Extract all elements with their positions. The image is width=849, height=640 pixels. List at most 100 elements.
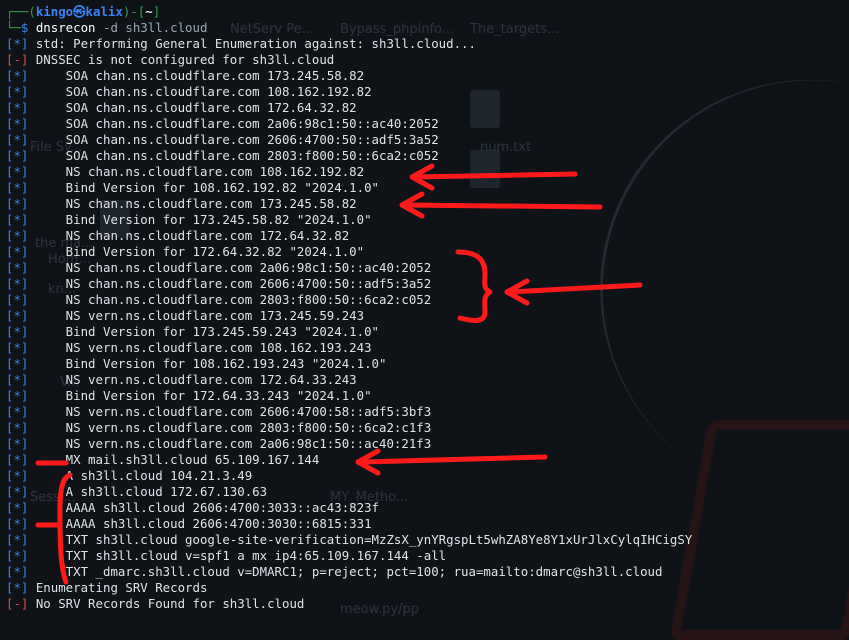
output-line: [*] NS chan.ns.cloudflare.com 2606:4700:… (6, 276, 431, 292)
output-line: [-] No SRV Records Found for sh3ll.cloud (6, 596, 304, 612)
output-text: Bind Version for 108.162.192.82 "2024.1.… (35, 180, 379, 195)
info-marker: [*] (6, 260, 36, 275)
info-marker: [*] (6, 84, 36, 99)
output-text: NS vern.ns.cloudflare.com 2606:4700:58::… (35, 404, 432, 419)
output-text: Bind Version for 108.162.193.243 "2024.1… (35, 356, 387, 371)
output-line: [*] Bind Version for 108.162.192.82 "202… (6, 180, 379, 196)
output-text: TXT sh3ll.cloud v=spf1 a mx ip4:65.109.1… (35, 548, 447, 563)
output-text: AAAA sh3ll.cloud 2606:4700:3033::ac43:82… (35, 500, 379, 515)
info-marker: [*] (6, 548, 36, 563)
output-line: [*] NS chan.ns.cloudflare.com 2803:f800:… (6, 292, 431, 308)
output-text: NS vern.ns.cloudflare.com 2a06:98c1:50::… (35, 436, 432, 451)
output-line: [*] A sh3ll.cloud 172.67.130.63 (6, 484, 267, 500)
output-line: [*] SOA chan.ns.cloudflare.com 108.162.1… (6, 84, 372, 100)
output-text: SOA chan.ns.cloudflare.com 2606:4700:50:… (35, 132, 439, 147)
output-text: Bind Version for 172.64.33.243 "2024.1.0… (35, 388, 372, 403)
output-line: [*] NS vern.ns.cloudflare.com 2803:f800:… (6, 420, 431, 436)
info-marker: [*] (6, 292, 36, 307)
output-text: Bind Version for 172.64.32.82 "2024.1.0" (35, 244, 365, 259)
output-text: NS chan.ns.cloudflare.com 108.162.192.82 (35, 164, 365, 179)
info-marker: [*] (6, 580, 36, 595)
info-marker: [*] (6, 132, 36, 147)
info-marker: [*] (6, 148, 36, 163)
output-text: std: Performing General Enumeration agai… (35, 36, 476, 51)
output-line: [*] NS vern.ns.cloudflare.com 172.64.33.… (6, 372, 357, 388)
output-text: SOA chan.ns.cloudflare.com 108.162.192.8… (35, 84, 372, 99)
info-marker: [*] (6, 516, 36, 531)
output-text: MX mail.sh3ll.cloud 65.109.167.144 (35, 452, 320, 467)
output-line: [*] Bind Version for 173.245.59.243 "202… (6, 324, 379, 340)
output-text: Bind Version for 173.245.58.82 "2024.1.0… (35, 212, 372, 227)
output-line: [*] Bind Version for 173.245.58.82 "2024… (6, 212, 372, 228)
terminal-window[interactable]: ┌──(kingo㉿kalix)-[~] └─$ dnsrecon -d sh3… (0, 0, 849, 620)
output-line: [*] AAAA sh3ll.cloud 2606:4700:3030::681… (6, 516, 372, 532)
info-marker: [*] (6, 324, 36, 339)
output-line: [*] TXT sh3ll.cloud google-site-verifica… (6, 532, 692, 548)
info-marker: [*] (6, 68, 36, 83)
info-marker: [*] (6, 436, 36, 451)
output-line: [*] NS chan.ns.cloudflare.com 172.64.32.… (6, 228, 349, 244)
info-marker: [*] (6, 196, 36, 211)
prompt-dir: ~ (145, 4, 153, 19)
prompt-symbol: ㉿ (73, 4, 86, 19)
info-marker: [*] (6, 404, 36, 419)
command-name: dnsrecon (35, 20, 96, 35)
output-line: [-] DNSSEC is not configured for sh3ll.c… (6, 52, 334, 68)
output-line: [*] SOA chan.ns.cloudflare.com 173.245.5… (6, 68, 364, 84)
output-text: Enumerating SRV Records (35, 580, 208, 595)
output-line: [*] TXT sh3ll.cloud v=spf1 a mx ip4:65.1… (6, 548, 446, 564)
output-text: NS chan.ns.cloudflare.com 2606:4700:50::… (35, 276, 432, 291)
output-line: [*] NS vern.ns.cloudflare.com 108.162.19… (6, 340, 372, 356)
output-text: NS chan.ns.cloudflare.com 173.245.58.82 (35, 196, 357, 211)
output-text: NS vern.ns.cloudflare.com 2803:f800:50::… (35, 420, 432, 435)
output-line: [*] SOA chan.ns.cloudflare.com 2803:f800… (6, 148, 439, 164)
output-line: [*] SOA chan.ns.cloudflare.com 2606:4700… (6, 132, 439, 148)
output-text: SOA chan.ns.cloudflare.com 2803:f800:50:… (35, 148, 439, 163)
output-text: A sh3ll.cloud 172.67.130.63 (35, 484, 268, 499)
output-line: [*] NS vern.ns.cloudflare.com 2606:4700:… (6, 404, 431, 420)
prompt-line-2: └─$ dnsrecon -d sh3ll.cloud (6, 20, 208, 35)
output-line: [*] Bind Version for 172.64.32.82 "2024.… (6, 244, 364, 260)
output-line: [*] NS chan.ns.cloudflare.com 2a06:98c1:… (6, 260, 431, 276)
info-marker: [*] (6, 340, 36, 355)
output-line: [*] A sh3ll.cloud 104.21.3.49 (6, 468, 252, 484)
info-marker: [*] (6, 308, 36, 323)
output-text: SOA chan.ns.cloudflare.com 172.64.32.82 (35, 100, 357, 115)
info-marker: [*] (6, 180, 36, 195)
info-marker: [*] (6, 484, 36, 499)
output-text: AAAA sh3ll.cloud 2606:4700:3030::6815:33… (35, 516, 372, 531)
output-text: TXT sh3ll.cloud google-site-verification… (35, 532, 693, 547)
output-text: NS chan.ns.cloudflare.com 2803:f800:50::… (35, 292, 432, 307)
output-text: NS vern.ns.cloudflare.com 108.162.193.24… (35, 340, 372, 355)
output-text: No SRV Records Found for sh3ll.cloud (35, 596, 305, 611)
error-marker: [-] (6, 596, 36, 611)
info-marker: [*] (6, 388, 36, 403)
output-line: [*] SOA chan.ns.cloudflare.com 172.64.32… (6, 100, 357, 116)
info-marker: [*] (6, 244, 36, 259)
info-marker: [*] (6, 276, 36, 291)
prompt-host: kalix (85, 4, 123, 19)
output-line: [*] NS vern.ns.cloudflare.com 173.245.59… (6, 308, 364, 324)
info-marker: [*] (6, 164, 36, 179)
output-text: NS vern.ns.cloudflare.com 172.64.33.243 (35, 372, 357, 387)
output-text: Bind Version for 173.245.59.243 "2024.1.… (35, 324, 379, 339)
output-line: [*] SOA chan.ns.cloudflare.com 2a06:98c1… (6, 116, 439, 132)
info-marker: [*] (6, 212, 36, 227)
prompt-user: kingo (35, 4, 74, 19)
output-text: SOA chan.ns.cloudflare.com 173.245.58.82 (35, 68, 365, 83)
info-marker: [*] (6, 420, 36, 435)
output-line: [*] Enumerating SRV Records (6, 580, 207, 596)
output-line: [*] Bind Version for 172.64.33.243 "2024… (6, 388, 372, 404)
info-marker: [*] (6, 356, 36, 371)
output-text: DNSSEC is not configured for sh3ll.cloud (35, 52, 335, 67)
output-line: [*] std: Performing General Enumeration … (6, 36, 476, 52)
output-line: [*] TXT _dmarc.sh3ll.cloud v=DMARC1; p=r… (6, 564, 662, 580)
output-text: TXT _dmarc.sh3ll.cloud v=DMARC1; p=rejec… (35, 564, 663, 579)
info-marker: [*] (6, 468, 36, 483)
info-marker: [*] (6, 100, 36, 115)
output-line: [*] NS chan.ns.cloudflare.com 173.245.58… (6, 196, 357, 212)
output-text: NS chan.ns.cloudflare.com 2a06:98c1:50::… (35, 260, 432, 275)
info-marker: [*] (6, 532, 36, 547)
output-text: SOA chan.ns.cloudflare.com 2a06:98c1:50:… (35, 116, 439, 131)
info-marker: [*] (6, 452, 36, 467)
